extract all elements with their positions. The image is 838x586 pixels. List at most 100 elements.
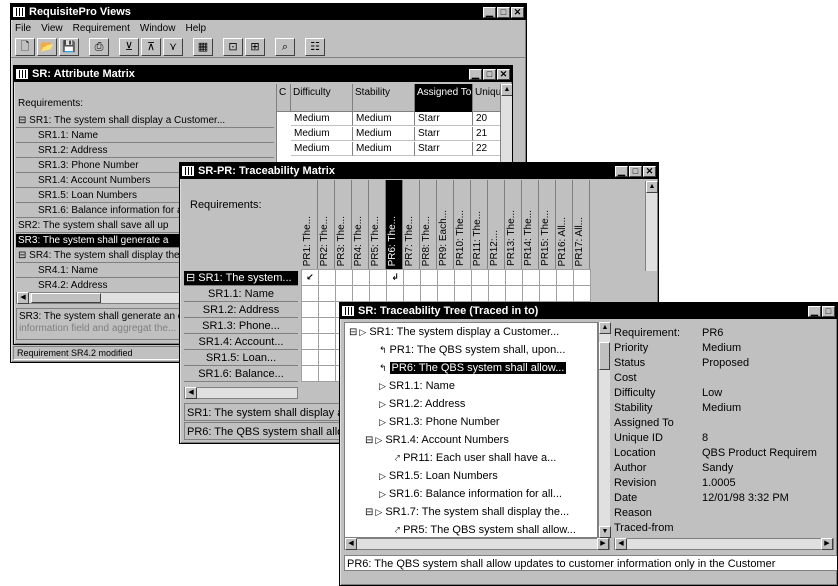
- trace-cell[interactable]: [318, 333, 336, 350]
- trace-cell[interactable]: [437, 285, 455, 302]
- trace-column-header[interactable]: PR12:...: [488, 180, 505, 270]
- trace-cell[interactable]: [301, 301, 319, 318]
- find-icon[interactable]: ⌕: [275, 37, 295, 56]
- attribute-cell[interactable]: Medium: [353, 142, 415, 156]
- trace-row-header[interactable]: ⊟ SR1: The system...: [184, 271, 298, 286]
- tree-item[interactable]: ▷ SR1.3: Phone Number: [365, 413, 500, 431]
- scroll-left-arrow-icon[interactable]: ◀: [345, 538, 357, 550]
- attribute-cell[interactable]: 22: [473, 142, 502, 156]
- trace-cell[interactable]: [318, 349, 336, 366]
- matrix-icon[interactable]: ▦: [193, 37, 213, 56]
- menu-requirement[interactable]: Requirement: [73, 23, 130, 34]
- tree-horizontal-scrollbar[interactable]: ◀ ▶: [344, 538, 610, 550]
- trace-cell[interactable]: [301, 333, 319, 350]
- minimize-button[interactable]: ▁: [808, 305, 821, 317]
- trace-column-header[interactable]: PR8: The...: [420, 180, 437, 270]
- tree-item[interactable]: ▷ SR1.1: Name: [365, 377, 455, 395]
- trace-cell[interactable]: [335, 285, 353, 302]
- scroll-thumb[interactable]: [599, 342, 610, 370]
- traceability-matrix-titlebar[interactable]: SR-PR: Traceability Matrix ▁ □ ✕: [180, 163, 658, 179]
- trace-cell[interactable]: [471, 269, 489, 286]
- traceability-tree-titlebar[interactable]: SR: Traceability Tree (Traced in to) ▁ □: [340, 303, 837, 319]
- trace-cell[interactable]: [318, 365, 336, 382]
- scroll-left-arrow-icon[interactable]: ◀: [615, 538, 627, 550]
- maximize-button[interactable]: □: [629, 165, 642, 177]
- tree-vertical-scrollbar[interactable]: ▲ ▼: [598, 322, 611, 538]
- trace-cell[interactable]: [420, 285, 438, 302]
- trace-cell[interactable]: [301, 285, 319, 302]
- tree-icon[interactable]: ⊞: [245, 37, 265, 56]
- trace-cell[interactable]: ↲: [386, 269, 404, 286]
- trace-cell[interactable]: [488, 269, 506, 286]
- trace-row-header[interactable]: SR1.3: Phone...: [184, 319, 298, 334]
- attribute-cell[interactable]: 20: [473, 112, 502, 126]
- tree-item[interactable]: ▷ SR1.6: Balance information for all...: [365, 485, 562, 503]
- trace-cell[interactable]: [556, 269, 574, 286]
- trace-column-header[interactable]: PR9: Each...: [437, 180, 454, 270]
- column-header[interactable]: C: [277, 84, 291, 112]
- trace-cell[interactable]: [573, 269, 591, 286]
- trace-column-header[interactable]: PR7: The...: [403, 180, 420, 270]
- trace-row-header[interactable]: SR1.6: Balance...: [184, 367, 298, 382]
- maximize-button[interactable]: □: [822, 305, 835, 317]
- minimize-button[interactable]: ▁: [483, 6, 496, 18]
- menu-view[interactable]: View: [41, 23, 63, 34]
- maximize-button[interactable]: □: [483, 68, 496, 80]
- menu-file[interactable]: File: [15, 23, 31, 34]
- trace-cell[interactable]: [488, 285, 506, 302]
- trace-cell[interactable]: [454, 269, 472, 286]
- trace-cell[interactable]: [420, 269, 438, 286]
- column-header[interactable]: Stability: [353, 84, 415, 112]
- minimize-button[interactable]: ▁: [469, 68, 482, 80]
- trace-cell[interactable]: [301, 365, 319, 382]
- trace-cell[interactable]: [403, 285, 421, 302]
- scroll-up-arrow-icon[interactable]: ▲: [501, 84, 512, 96]
- scroll-right-arrow-icon[interactable]: ▶: [597, 538, 609, 550]
- properties-horizontal-scrollbar[interactable]: ◀ ▶: [614, 538, 834, 550]
- close-button[interactable]: ✕: [643, 165, 656, 177]
- collapse-toggle-icon[interactable]: ⊟: [349, 327, 357, 338]
- save-icon[interactable]: 💾: [59, 37, 79, 56]
- close-button[interactable]: ✕: [497, 68, 510, 80]
- trace-cell[interactable]: [556, 285, 574, 302]
- trace-cell[interactable]: [301, 317, 319, 334]
- print-icon[interactable]: ⎙: [89, 37, 109, 56]
- tree-item[interactable]: ▷ SR1.2: Address: [365, 395, 465, 413]
- attribute-cell[interactable]: Medium: [291, 127, 353, 141]
- requirement-row[interactable]: SR1.2: Address: [16, 144, 274, 158]
- column-header-selected[interactable]: Assigned To: [415, 84, 473, 112]
- trace-column-header[interactable]: PR14: The...: [522, 180, 539, 270]
- minimize-button[interactable]: ▁: [615, 165, 628, 177]
- trace-cell[interactable]: [437, 269, 455, 286]
- tree-item[interactable]: ⊟ ▷ SR1: The system display a Customer...: [349, 323, 559, 341]
- collapse-toggle-icon[interactable]: ⊟: [365, 435, 373, 446]
- trace-cell[interactable]: [471, 285, 489, 302]
- tree-item[interactable]: ↰ PR1: The QBS system shall, upon...: [365, 341, 565, 359]
- trace-cell[interactable]: [335, 269, 353, 286]
- trace-column-header[interactable]: PR16: All...: [556, 180, 573, 270]
- collapse-toggle-icon[interactable]: ⊟: [365, 507, 373, 518]
- requirement-row[interactable]: SR1.1: Name: [16, 129, 274, 143]
- trace-column-header[interactable]: PR3: The...: [335, 180, 352, 270]
- trace-cell[interactable]: [318, 301, 336, 318]
- trace-icon[interactable]: ⊡: [223, 37, 243, 56]
- main-titlebar[interactable]: RequisitePro Views ▁ □ ✕: [11, 4, 526, 20]
- trace-cell[interactable]: [301, 349, 319, 366]
- attribute-cell[interactable]: Starr: [415, 127, 473, 141]
- trace-column-header[interactable]: PR11: The...: [471, 180, 488, 270]
- attribute-cell[interactable]: Medium: [353, 112, 415, 126]
- requirement-row[interactable]: ⊟ SR1: The system shall display a Custom…: [16, 114, 274, 128]
- trace-column-header[interactable]: PR17: All...: [573, 180, 590, 270]
- scroll-up-arrow-icon[interactable]: ▲: [646, 181, 658, 193]
- tree-item[interactable]: ▷ SR1.5: Loan Numbers: [365, 467, 498, 485]
- trace-cell[interactable]: [352, 269, 370, 286]
- trace-cell[interactable]: [403, 269, 421, 286]
- trace-cell[interactable]: [505, 269, 523, 286]
- trace-row-header[interactable]: SR1.5: Loan...: [184, 351, 298, 366]
- trace-cell[interactable]: [539, 285, 557, 302]
- trace-cell[interactable]: [573, 285, 591, 302]
- trace-row-header[interactable]: SR1.1: Name: [184, 287, 298, 302]
- menu-window[interactable]: Window: [140, 23, 176, 34]
- trace-cell[interactable]: [386, 285, 404, 302]
- attribute-cell[interactable]: Starr: [415, 142, 473, 156]
